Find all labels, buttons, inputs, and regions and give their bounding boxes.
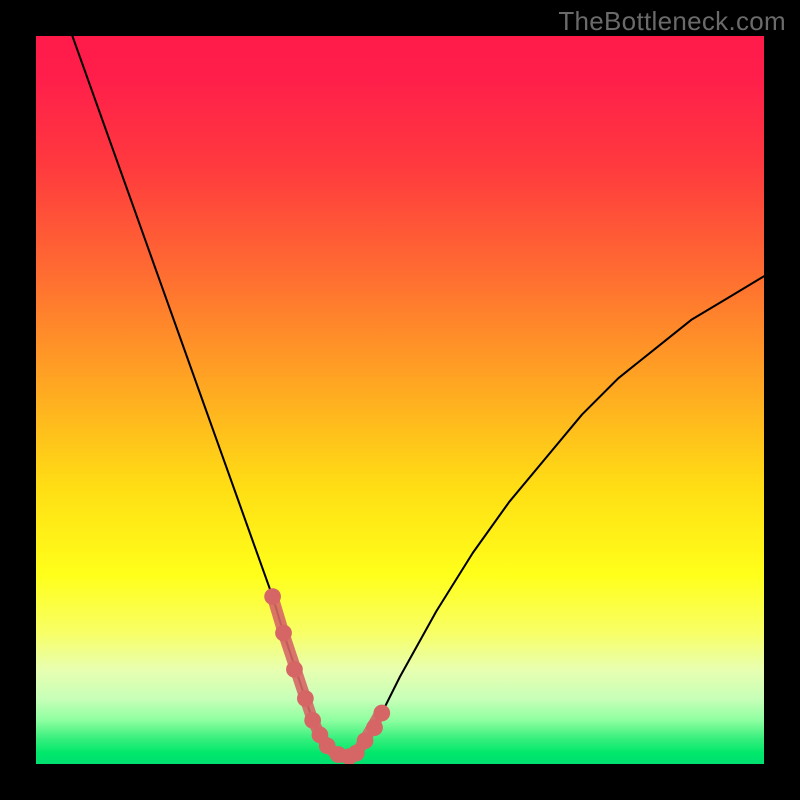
highlight-marker [264, 588, 281, 605]
highlight-marker [373, 705, 390, 722]
chart-stage: TheBottleneck.com [0, 0, 800, 800]
watermark-text: TheBottleneck.com [558, 6, 786, 37]
plot-area [36, 36, 764, 764]
highlight-marker [297, 690, 314, 707]
highlight-marker [286, 661, 303, 678]
highlight-marker [366, 719, 383, 736]
bottleneck-curve-line [72, 36, 764, 757]
highlight-marker [304, 712, 321, 729]
chart-svg [36, 36, 764, 764]
highlight-marker [275, 625, 292, 642]
